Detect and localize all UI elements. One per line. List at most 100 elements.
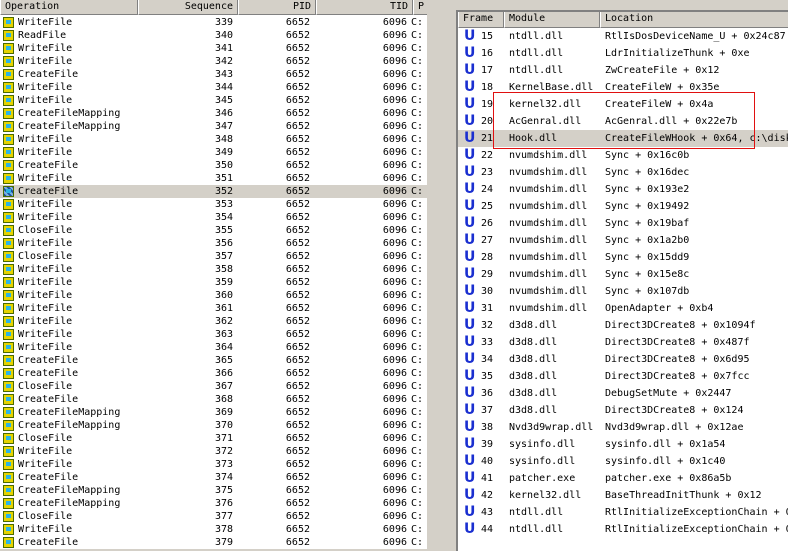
path-cell: C:	[411, 394, 424, 405]
event-row[interactable]: WriteFile 339 6652 6096 C:	[0, 16, 427, 29]
sequence-cell: 352	[214, 186, 233, 197]
event-row[interactable]: CreateFile 365 6652 6096 C:	[0, 354, 427, 367]
column-header-pid[interactable]: PID	[238, 0, 316, 15]
column-header-frame[interactable]: Frame	[458, 12, 504, 28]
stack-frame-row[interactable]: U 26 nvumdshim.dll Sync + 0x19baf	[458, 215, 788, 232]
event-row[interactable]: CreateFileMapping 347 6652 6096 C:	[0, 120, 427, 133]
sequence-cell: 365	[214, 355, 233, 366]
module-cell: sysinfo.dll	[509, 439, 576, 450]
event-row[interactable]: WriteFile 364 6652 6096 C:	[0, 341, 427, 354]
stack-frame-row[interactable]: U 43 ntdll.dll RtlInitializeExceptionCha…	[458, 504, 788, 521]
event-row[interactable]: WriteFile 373 6652 6096 C:	[0, 458, 427, 471]
tid-cell: 6096	[382, 121, 407, 132]
event-row[interactable]: CreateFileMapping 370 6652 6096 C:	[0, 419, 427, 432]
tid-cell: 6096	[382, 381, 407, 392]
event-row[interactable]: CloseFile 367 6652 6096 C:	[0, 380, 427, 393]
stack-frame-row[interactable]: U 35 d3d8.dll Direct3DCreate8 + 0x7fcc	[458, 368, 788, 385]
event-row[interactable]: CloseFile 357 6652 6096 C:	[0, 250, 427, 263]
event-row[interactable]: ReadFile 340 6652 6096 C:	[0, 29, 427, 42]
stack-frame-row[interactable]: U 27 nvumdshim.dll Sync + 0x1a2b0	[458, 232, 788, 249]
event-row[interactable]: WriteFile 372 6652 6096 C:	[0, 445, 427, 458]
event-row[interactable]: WriteFile 362 6652 6096 C:	[0, 315, 427, 328]
operation-cell: CreateFile	[18, 368, 79, 379]
column-header-sequence[interactable]: Sequence	[138, 0, 238, 15]
pid-cell: 6652	[285, 69, 310, 80]
event-row[interactable]: CreateFile 366 6652 6096 C:	[0, 367, 427, 380]
tid-cell: 6096	[382, 368, 407, 379]
stack-frame-row[interactable]: U 28 nvumdshim.dll Sync + 0x15dd9	[458, 249, 788, 266]
sequence-cell: 354	[214, 212, 233, 223]
path-cell: C:	[411, 498, 424, 509]
event-row[interactable]: WriteFile 344 6652 6096 C:	[0, 81, 427, 94]
event-row[interactable]: CreateFile 374 6652 6096 C:	[0, 471, 427, 484]
event-row[interactable]: CreateFileMapping 369 6652 6096 C:	[0, 406, 427, 419]
frame-number: 28	[481, 252, 494, 263]
stack-frame-row[interactable]: U 22 nvumdshim.dll Sync + 0x16c0b	[458, 147, 788, 164]
module-cell: nvumdshim.dll	[509, 150, 588, 161]
stack-frame-row[interactable]: U 44 ntdll.dll RtlInitializeExceptionCha…	[458, 521, 788, 538]
stack-frame-row[interactable]: U 15 ntdll.dll RtlIsDosDeviceName_U + 0x…	[458, 28, 788, 45]
file-system-event-icon	[3, 329, 14, 340]
event-row[interactable]: WriteFile 345 6652 6096 C:	[0, 94, 427, 107]
stack-frame-row[interactable]: U 30 nvumdshim.dll Sync + 0x107db	[458, 283, 788, 300]
stack-frame-row[interactable]: U 40 sysinfo.dll sysinfo.dll + 0x1c40	[458, 453, 788, 470]
file-system-event-icon	[3, 394, 14, 405]
event-row[interactable]: WriteFile 353 6652 6096 C:	[0, 198, 427, 211]
stack-frame-row[interactable]: U 42 kernel32.dll BaseThreadInitThunk + …	[458, 487, 788, 504]
event-row[interactable]: WriteFile 351 6652 6096 C:	[0, 172, 427, 185]
module-cell: nvumdshim.dll	[509, 235, 588, 246]
event-row[interactable]: WriteFile 360 6652 6096 C:	[0, 289, 427, 302]
event-row[interactable]: WriteFile 356 6652 6096 C:	[0, 237, 427, 250]
event-row[interactable]: WriteFile 354 6652 6096 C:	[0, 211, 427, 224]
stack-frame-row[interactable]: U 24 nvumdshim.dll Sync + 0x193e2	[458, 181, 788, 198]
stack-frame-row[interactable]: U 36 d3d8.dll DebugSetMute + 0x2447	[458, 385, 788, 402]
tid-cell: 6096	[382, 56, 407, 67]
stack-frame-row[interactable]: U 32 d3d8.dll Direct3DCreate8 + 0x1094f	[458, 317, 788, 334]
tid-cell: 6096	[382, 420, 407, 431]
event-row[interactable]: CreateFile 350 6652 6096 C:	[0, 159, 427, 172]
event-row[interactable]: CreateFileMapping 376 6652 6096 C:	[0, 497, 427, 510]
stack-frame-row[interactable]: U 39 sysinfo.dll sysinfo.dll + 0x1a54	[458, 436, 788, 453]
event-row[interactable]: WriteFile 359 6652 6096 C:	[0, 276, 427, 289]
column-header-operation[interactable]: Operation	[0, 0, 138, 15]
event-row[interactable]: WriteFile 342 6652 6096 C:	[0, 55, 427, 68]
event-row[interactable]: CreateFile 352 6652 6096 C:	[0, 185, 427, 198]
event-row[interactable]: WriteFile 361 6652 6096 C:	[0, 302, 427, 315]
event-row[interactable]: CreateFile 379 6652 6096 C:	[0, 536, 427, 549]
module-cell: sysinfo.dll	[509, 456, 576, 467]
operation-cell: WriteFile	[18, 264, 73, 275]
event-row[interactable]: WriteFile 349 6652 6096 C:	[0, 146, 427, 159]
stack-frame-row[interactable]: U 31 nvumdshim.dll OpenAdapter + 0xb4	[458, 300, 788, 317]
stack-frame-row[interactable]: U 16 ntdll.dll LdrInitializeThunk + 0xe	[458, 45, 788, 62]
column-header-module[interactable]: Module	[504, 12, 600, 28]
tid-cell: 6096	[382, 316, 407, 327]
stack-frame-row[interactable]: U 34 d3d8.dll Direct3DCreate8 + 0x6d95	[458, 351, 788, 368]
stack-frame-row[interactable]: U 29 nvumdshim.dll Sync + 0x15e8c	[458, 266, 788, 283]
sequence-cell: 348	[214, 134, 233, 145]
event-row[interactable]: WriteFile 378 6652 6096 C:	[0, 523, 427, 536]
event-row[interactable]: CreateFileMapping 346 6652 6096 C:	[0, 107, 427, 120]
event-row[interactable]: CloseFile 371 6652 6096 C:	[0, 432, 427, 445]
stack-frame-row[interactable]: U 23 nvumdshim.dll Sync + 0x16dec	[458, 164, 788, 181]
stack-frame-row[interactable]: U 38 Nvd3d9wrap.dll Nvd3d9wrap.dll + 0x1…	[458, 419, 788, 436]
event-row[interactable]: WriteFile 363 6652 6096 C:	[0, 328, 427, 341]
sequence-cell: 369	[214, 407, 233, 418]
stack-frame-row[interactable]: U 41 patcher.exe patcher.exe + 0x86a5b	[458, 470, 788, 487]
tid-cell: 6096	[382, 342, 407, 353]
event-row[interactable]: CreateFile 368 6652 6096 C:	[0, 393, 427, 406]
column-header-tid[interactable]: TID	[316, 0, 413, 15]
event-row[interactable]: WriteFile 358 6652 6096 C:	[0, 263, 427, 276]
event-row[interactable]: WriteFile 341 6652 6096 C:	[0, 42, 427, 55]
operation-cell: CloseFile	[18, 511, 73, 522]
event-row[interactable]: CloseFile 377 6652 6096 C:	[0, 510, 427, 523]
stack-frame-row[interactable]: U 25 nvumdshim.dll Sync + 0x19492	[458, 198, 788, 215]
event-row[interactable]: CreateFileMapping 375 6652 6096 C:	[0, 484, 427, 497]
column-header-path[interactable]: P	[413, 0, 427, 15]
event-row[interactable]: WriteFile 348 6652 6096 C:	[0, 133, 427, 146]
stack-frame-row[interactable]: U 37 d3d8.dll Direct3DCreate8 + 0x124	[458, 402, 788, 419]
stack-frame-row[interactable]: U 17 ntdll.dll ZwCreateFile + 0x12	[458, 62, 788, 79]
event-row[interactable]: CloseFile 355 6652 6096 C:	[0, 224, 427, 237]
event-row[interactable]: CreateFile 343 6652 6096 C:	[0, 68, 427, 81]
column-header-location[interactable]: Location	[600, 12, 788, 28]
stack-frame-row[interactable]: U 33 d3d8.dll Direct3DCreate8 + 0x487f	[458, 334, 788, 351]
